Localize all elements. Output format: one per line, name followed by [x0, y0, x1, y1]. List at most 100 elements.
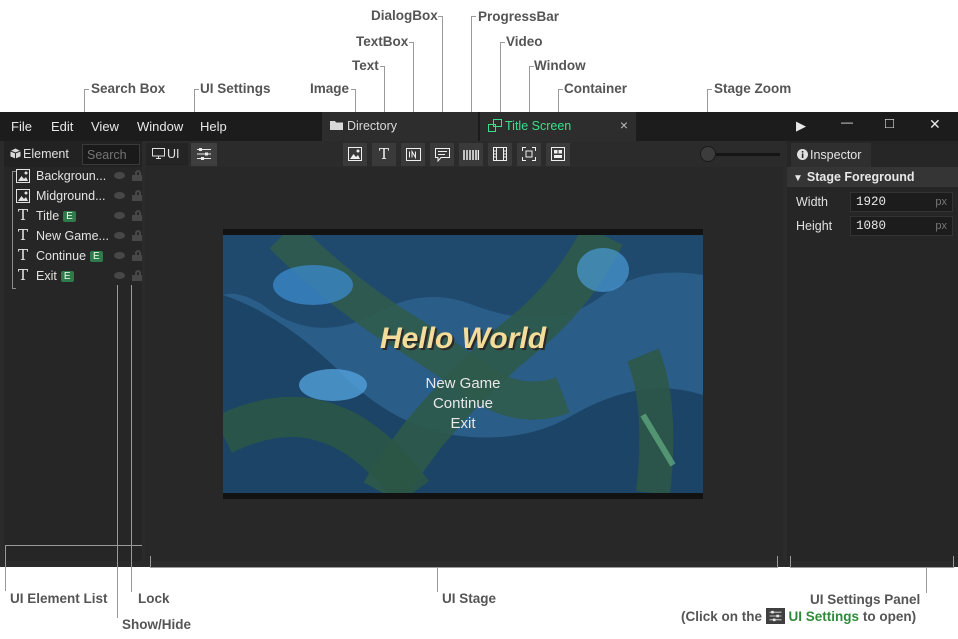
- tab-inspector[interactable]: Inspector: [791, 143, 871, 167]
- stage-title-text[interactable]: Hello World: [223, 322, 703, 356]
- stage-new-game-text[interactable]: New Game: [223, 375, 703, 392]
- speech-bubble-icon: [434, 148, 450, 163]
- ui-stage[interactable]: Hello World New Game Continue Exit: [145, 167, 783, 561]
- annotation-text: Text: [352, 58, 379, 73]
- tab-inspector-label: Inspector: [810, 148, 862, 162]
- annotation-ui-stage: UI Stage: [442, 591, 497, 606]
- maximize-icon[interactable]: □: [885, 115, 894, 132]
- menu-file[interactable]: File: [11, 119, 32, 134]
- image-icon: [16, 189, 30, 203]
- list-item[interactable]: T Continue E: [14, 246, 142, 267]
- leader-search-h: [84, 89, 89, 90]
- game-preview: Hello World New Game Continue Exit: [223, 229, 703, 499]
- section-stage-foreground[interactable]: ▼ Stage Foreground: [787, 167, 958, 187]
- annotation-ui-element-list: UI Element List: [10, 591, 108, 606]
- stage-continue-text[interactable]: Continue: [223, 395, 703, 412]
- show-hide-icon[interactable]: [114, 172, 125, 179]
- leader-panel: [926, 567, 927, 593]
- leader-show-hide: [117, 285, 118, 618]
- add-container-button[interactable]: [546, 143, 570, 166]
- annotation-search-box: Search Box: [91, 81, 166, 96]
- leader-progressbar-h: [471, 16, 476, 17]
- lock-icon[interactable]: [132, 230, 142, 241]
- height-label: Height: [796, 219, 833, 233]
- list-item[interactable]: T Exit E: [14, 266, 142, 287]
- add-textbox-button[interactable]: [401, 143, 425, 166]
- cave-background: [223, 235, 703, 493]
- lock-icon[interactable]: [132, 270, 142, 281]
- info-icon: [797, 149, 808, 160]
- tree-guide: [12, 171, 13, 289]
- height-field[interactable]: 1080 px: [850, 216, 953, 236]
- lock-icon[interactable]: [132, 190, 142, 201]
- add-video-button[interactable]: [488, 143, 512, 166]
- show-hide-icon[interactable]: [114, 192, 125, 199]
- tab-title-screen-label: Title Screen: [505, 119, 572, 133]
- close-window-icon[interactable]: ✕: [929, 116, 941, 133]
- menu-edit[interactable]: Edit: [51, 119, 73, 134]
- list-item-label: Midground...: [36, 189, 106, 203]
- width-label: Width: [796, 195, 828, 209]
- lock-icon[interactable]: [132, 210, 142, 221]
- add-window-button[interactable]: [517, 143, 541, 166]
- annotation-progressbar: ProgressBar: [478, 9, 560, 24]
- click-hint-prefix: (Click on the: [681, 609, 763, 624]
- leader-container-h: [558, 89, 563, 90]
- tab-directory-label: Directory: [347, 119, 398, 133]
- tab-directory[interactable]: Directory: [322, 112, 478, 141]
- click-hint-suffix: to open): [862, 609, 917, 624]
- stage-zoom-slider[interactable]: [700, 146, 716, 162]
- leader-dialogbox-h: [438, 16, 443, 17]
- list-item-label: Continue E: [36, 249, 114, 263]
- menu-window[interactable]: Window: [137, 119, 183, 134]
- add-text-button[interactable]: T: [372, 143, 396, 166]
- add-dialogbox-button[interactable]: [430, 143, 454, 166]
- show-hide-icon[interactable]: [114, 272, 125, 279]
- list-item[interactable]: T Title E: [14, 206, 142, 227]
- width-value: 1920: [856, 195, 887, 209]
- list-item[interactable]: T New Game...: [14, 226, 142, 247]
- list-item-label: Exit E: [36, 269, 114, 283]
- annotation-lock: Lock: [138, 591, 170, 606]
- add-image-button[interactable]: [343, 143, 367, 166]
- image-icon: [348, 147, 362, 161]
- close-tab-icon[interactable]: ×: [620, 117, 628, 133]
- tab-ui[interactable]: UI: [146, 143, 188, 166]
- lock-icon[interactable]: [132, 170, 142, 181]
- list-item-label: Backgroun...: [36, 169, 107, 183]
- app-window: File Edit View Window Help Directory Tit…: [0, 112, 958, 567]
- stage-exit-text[interactable]: Exit: [223, 415, 703, 432]
- ui-settings-button[interactable]: [191, 143, 217, 166]
- leader-image-h: [351, 89, 356, 90]
- text-icon: T: [18, 206, 29, 224]
- search-input[interactable]: [82, 144, 140, 165]
- menu-help[interactable]: Help: [200, 119, 227, 134]
- list-item-label: Title E: [36, 209, 114, 223]
- tab-title-screen[interactable]: Title Screen ×: [480, 112, 636, 141]
- show-hide-icon[interactable]: [114, 232, 125, 239]
- ui-layout-icon: [488, 119, 502, 132]
- show-hide-icon[interactable]: [114, 212, 125, 219]
- film-icon: [493, 147, 507, 161]
- list-item[interactable]: Backgroun...: [14, 167, 142, 187]
- container-icon: [551, 147, 565, 161]
- list-item[interactable]: Midground...: [14, 187, 142, 207]
- annotation-show-hide: Show/Hide: [122, 617, 192, 632]
- leader-element-list-h: [5, 545, 142, 546]
- menubar: File Edit View Window Help Directory Tit…: [0, 112, 958, 141]
- play-icon[interactable]: ▶: [796, 118, 806, 134]
- add-progressbar-button[interactable]: [459, 143, 483, 166]
- width-field[interactable]: 1920 px: [850, 192, 953, 212]
- annotation-ui-settings-panel: UI Settings Panel: [810, 592, 921, 607]
- stage-zoom-track[interactable]: [705, 153, 780, 156]
- show-hide-icon[interactable]: [114, 252, 125, 259]
- click-hint-link: UI Settings: [788, 609, 860, 624]
- lock-icon[interactable]: [132, 250, 142, 261]
- background-image: [223, 235, 703, 493]
- annotation-stage-zoom: Stage Zoom: [714, 81, 792, 96]
- textbox-icon: [405, 148, 421, 161]
- text-icon: T: [18, 226, 29, 244]
- menu-view[interactable]: View: [91, 119, 119, 134]
- minimize-icon[interactable]: —: [841, 115, 853, 129]
- annotation-ui-settings: UI Settings: [200, 81, 271, 96]
